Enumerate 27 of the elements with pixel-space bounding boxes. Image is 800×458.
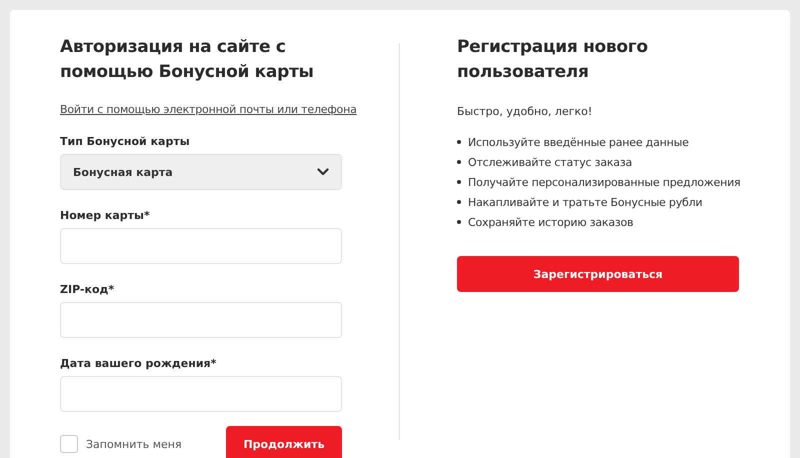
continue-button[interactable]: Продолжить — [226, 426, 342, 458]
benefit-text: Отслеживайте статус заказа — [468, 156, 632, 168]
input-field[interactable] — [60, 302, 342, 338]
bullet-icon — [457, 200, 461, 204]
registration-subtitle: Быстро, удобно, легко! — [457, 105, 594, 118]
field-label: Дата вашего рождения* — [60, 357, 218, 370]
card-type-dropdown[interactable]: Бонусная карта — [60, 154, 342, 190]
bullet-icon — [457, 220, 461, 224]
bullet-icon — [457, 160, 461, 164]
benefit-text: Сохраняйте историю заказов — [468, 216, 634, 228]
input-field[interactable] — [60, 228, 342, 264]
input-field[interactable] — [60, 376, 342, 412]
field-label: Номер карты* — [60, 209, 151, 222]
register-button[interactable]: Зарегистрироваться — [457, 256, 739, 292]
field-label: Тип Бонусной карты — [60, 135, 191, 148]
remember-checkbox[interactable] — [60, 435, 78, 453]
benefit-text: Накапливайте и тратьте Бонусные рубли — [468, 196, 702, 208]
remember-label: Запомнить меня — [86, 438, 182, 450]
bullet-icon — [457, 140, 461, 144]
bullet-icon — [457, 180, 461, 184]
registration-title: Регистрация нового пользователя — [457, 36, 649, 84]
email-phone-login-link[interactable]: Войти с помощью электронной почты или телефона — [60, 103, 357, 116]
field-label: ZIP-код* — [60, 283, 116, 296]
benefit-text: Получайте персонализированные предложения — [468, 176, 740, 188]
login-title: Авторизация на сайте с помощью Бонусной карты — [60, 36, 315, 84]
benefit-text: Используйте введённые ранее данные — [468, 136, 689, 148]
chevron-down-icon — [317, 168, 329, 176]
